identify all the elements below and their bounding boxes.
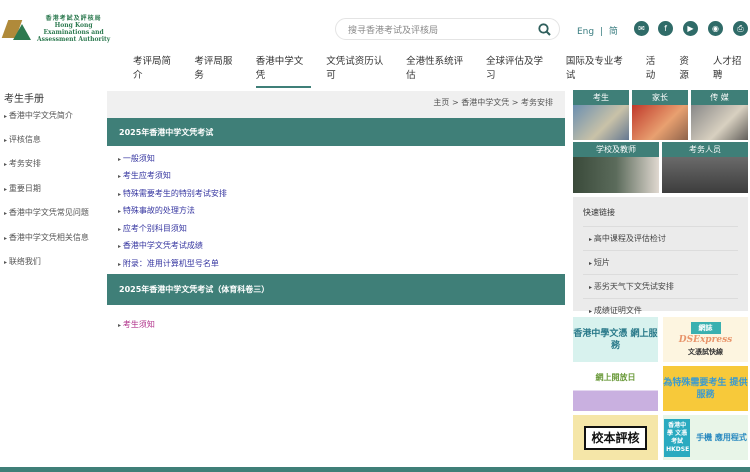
- banner-dsexpress[interactable]: 網誌 DSExpress 文憑試快線: [663, 317, 748, 362]
- sidebar-item[interactable]: 重要日期: [4, 183, 41, 194]
- lang-sc-link[interactable]: 简: [609, 27, 618, 37]
- sidebar-item[interactable]: 香港中学文凭相关信息: [4, 232, 89, 243]
- nav-intl-exams[interactable]: 国际及专业考试: [566, 53, 631, 88]
- sidebar-item[interactable]: 评核信息: [4, 134, 41, 145]
- nav-about[interactable]: 考评局简介: [133, 53, 179, 88]
- lang-eng-link[interactable]: Eng: [577, 27, 594, 37]
- content-link[interactable]: 考生应考须知: [118, 170, 171, 181]
- nav-events[interactable]: 活动: [646, 53, 665, 88]
- breadcrumb: 主页 > 香港中学文凭 > 考务安排: [107, 91, 565, 118]
- content-link[interactable]: 附录：准用计算机型号名单: [118, 258, 219, 269]
- tile-label: 学校及教师: [573, 142, 659, 157]
- lang-separator: |: [599, 27, 604, 37]
- nav-resources[interactable]: 资源: [679, 53, 698, 88]
- tile-label: 考生: [573, 90, 629, 105]
- search-input[interactable]: 搜寻香港考试及评核局: [335, 18, 560, 40]
- quick-link[interactable]: 短片: [583, 250, 738, 274]
- logo-text: 香港考試及評核局 Hong Kong Examinations and Assess…: [37, 15, 111, 43]
- content-link[interactable]: 考生须知: [118, 319, 155, 330]
- nav-careers[interactable]: 人才招聘: [713, 53, 750, 88]
- sidebar-item[interactable]: 联络我们: [4, 256, 41, 267]
- tile-photo: [691, 105, 748, 140]
- quick-links-panel: 快速链接 高中课程及评估检讨 短片 恶劣天气下文凭试安排 成绩证明文件: [573, 197, 748, 315]
- print-icon[interactable]: ⎙: [733, 21, 748, 36]
- banner-tag: 網誌: [690, 321, 721, 334]
- tile-label: 家长: [632, 90, 688, 105]
- tile-photo: [632, 105, 688, 140]
- rss-icon[interactable]: ◉: [708, 21, 723, 36]
- content-link[interactable]: 应考个别科目须知: [118, 223, 187, 234]
- tile-label: 考务人员: [662, 142, 748, 157]
- app-icon: 香港中學 文憑考試 HKDSE: [664, 418, 691, 457]
- tile-label: 传 媒: [691, 90, 748, 105]
- quick-link[interactable]: 高中课程及评估检讨: [583, 226, 738, 250]
- sidebar-item[interactable]: 考务安排: [4, 158, 41, 169]
- tile-candidates[interactable]: 考生: [573, 90, 629, 140]
- quick-links-title: 快速链接: [583, 208, 615, 217]
- footer-bar: [0, 467, 750, 472]
- facebook-icon[interactable]: f: [658, 21, 673, 36]
- sidebar-item[interactable]: 香港中学文凭常见问题: [4, 207, 89, 218]
- nav-tsa[interactable]: 全港性系统评估: [406, 53, 471, 88]
- content-link[interactable]: 特殊事故的处理方法: [118, 205, 195, 216]
- tile-parents[interactable]: 家长: [632, 90, 688, 140]
- content-link[interactable]: 一般须知: [118, 153, 155, 164]
- hkeaa-logo[interactable]: 香港考試及評核局 Hong Kong Examinations and Assess…: [1, 14, 113, 44]
- banner-label: 校本評核: [584, 425, 647, 450]
- youtube-icon[interactable]: ▶: [683, 21, 698, 36]
- search-icon[interactable]: [538, 22, 551, 36]
- section-heading: 2025年香港中学文凭考试（体育科卷三）: [107, 274, 565, 305]
- sidebar-item[interactable]: 香港中学文凭简介: [4, 110, 73, 121]
- sidebar-title: 考生手册: [4, 94, 44, 105]
- nav-hkdse[interactable]: 香港中学文凭: [255, 53, 312, 88]
- nav-global[interactable]: 全球评估及学习: [486, 53, 551, 88]
- banner-subtitle: 文憑試快線: [688, 347, 723, 356]
- banner-online-services[interactable]: 香港中學文憑 網上服務: [573, 317, 658, 362]
- tile-schools-teachers[interactable]: 学校及教师: [573, 142, 659, 193]
- banner-special-needs[interactable]: 為特殊需要考生 提供服務: [663, 366, 748, 411]
- email-icon[interactable]: ✉: [634, 21, 649, 36]
- banner-label: 手機 應用程式: [696, 432, 747, 442]
- nav-services[interactable]: 考评局服务: [194, 53, 240, 88]
- banner-open-day[interactable]: 網上開放日: [573, 366, 658, 411]
- tile-exam-personnel[interactable]: 考务人员: [662, 142, 748, 193]
- tile-photo: [662, 157, 748, 193]
- section-heading: 2025年香港中学文凭考试: [107, 118, 565, 146]
- search-placeholder: 搜寻香港考试及评核局: [348, 25, 439, 36]
- content-link[interactable]: 香港中学文凭考试成绩: [118, 240, 203, 251]
- banner-mobile-app[interactable]: 香港中學 文憑考試 HKDSE 手機 應用程式: [663, 415, 748, 460]
- quick-link[interactable]: 恶劣天气下文凭试安排: [583, 274, 738, 298]
- banner-sba[interactable]: 校本評核: [573, 415, 658, 460]
- banner-title: DSExpress: [678, 334, 733, 345]
- content-link[interactable]: 特殊需要考生的特别考试安排: [118, 188, 227, 199]
- main-nav: 考评局简介 考评局服务 香港中学文凭 文凭试资历认可 全港性系统评估 全球评估及…: [133, 53, 750, 88]
- tile-photo: [573, 157, 659, 193]
- language-switcher: Eng | 简: [577, 24, 618, 37]
- tile-media[interactable]: 传 媒: [691, 90, 748, 140]
- tile-photo: [573, 105, 629, 140]
- nav-recognition[interactable]: 文凭试资历认可: [326, 53, 391, 88]
- logo-mark-icon: [1, 16, 33, 42]
